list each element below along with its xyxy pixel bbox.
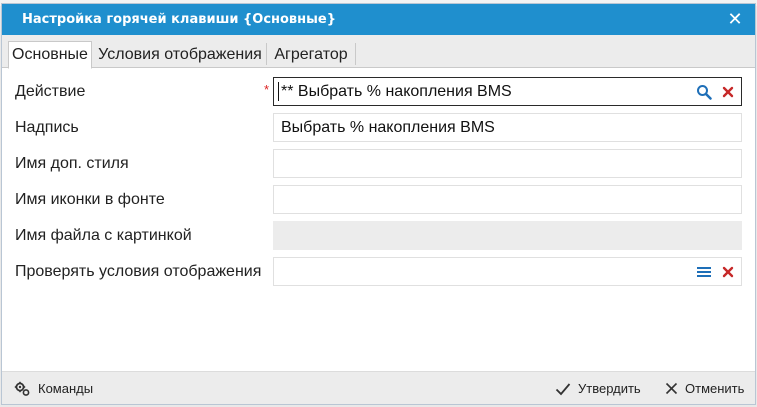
image-file-input — [273, 221, 742, 250]
check-display-input[interactable] — [273, 257, 742, 286]
image-file-label: Имя файла с картинкой — [15, 226, 192, 244]
tab-bar: Основные Условия отображения Агрегатор — [2, 35, 755, 69]
cancel-button[interactable]: Отменить — [665, 372, 744, 405]
clear-icon[interactable] — [719, 82, 737, 102]
search-icon[interactable] — [695, 82, 713, 102]
check-display-label: Проверять условия отображения — [15, 262, 262, 280]
text-caret — [278, 82, 279, 101]
font-icon-input[interactable] — [273, 185, 742, 214]
cancel-label: Отменить — [685, 381, 745, 396]
required-marker: * — [264, 82, 270, 97]
caption-label: Надпись — [15, 118, 79, 136]
form-row-caption: Надпись Выбрать % накопления BMS — [2, 113, 755, 142]
commands-icon — [14, 381, 30, 396]
action-value: ** Выбрать % накопления BMS — [281, 82, 512, 100]
tab-separator — [355, 43, 356, 65]
tab-main[interactable]: Основные — [8, 41, 92, 69]
clear-icon[interactable] — [719, 262, 737, 282]
form-row-check-display: Проверять условия отображения — [2, 257, 755, 286]
caption-input[interactable]: Выбрать % накопления BMS — [273, 113, 742, 142]
menu-icon[interactable] — [695, 262, 713, 282]
form-row-action: Действие * ** Выбрать % накопления BMS — [2, 77, 755, 106]
tab-display-conditions[interactable]: Условия отображения — [94, 41, 266, 68]
action-input[interactable]: ** Выбрать % накопления BMS — [273, 77, 742, 106]
dialog-title: Настройка горячей клавиши {Основные} — [22, 12, 336, 27]
form-row-image-file: Имя файла с картинкой — [2, 221, 755, 250]
close-icon[interactable]: ✕ — [725, 9, 745, 30]
action-label: Действие — [15, 82, 86, 100]
dialog-titlebar[interactable]: Настройка горячей клавиши {Основные} ✕ — [2, 4, 755, 35]
font-icon-label: Имя иконки в фонте — [15, 190, 165, 208]
commands-label: Команды — [38, 381, 94, 396]
checkmark-icon — [555, 382, 571, 395]
confirm-button[interactable]: Утвердить — [555, 372, 641, 405]
close-icon — [665, 382, 678, 395]
confirm-label: Утвердить — [578, 381, 641, 396]
form-row-extra-style: Имя доп. стиля — [2, 149, 755, 178]
caption-value: Выбрать % накопления BMS — [281, 118, 495, 136]
commands-button[interactable]: Команды — [14, 372, 93, 405]
hotkey-settings-dialog: Настройка горячей клавиши {Основные} ✕ О… — [1, 3, 756, 405]
extra-style-label: Имя доп. стиля — [15, 154, 129, 172]
extra-style-input[interactable] — [273, 149, 742, 178]
tab-aggregator[interactable]: Агрегатор — [267, 41, 355, 68]
dialog-footer: Команды Утвердить Отменить — [2, 371, 755, 404]
form-row-font-icon: Имя иконки в фонте — [2, 185, 755, 214]
